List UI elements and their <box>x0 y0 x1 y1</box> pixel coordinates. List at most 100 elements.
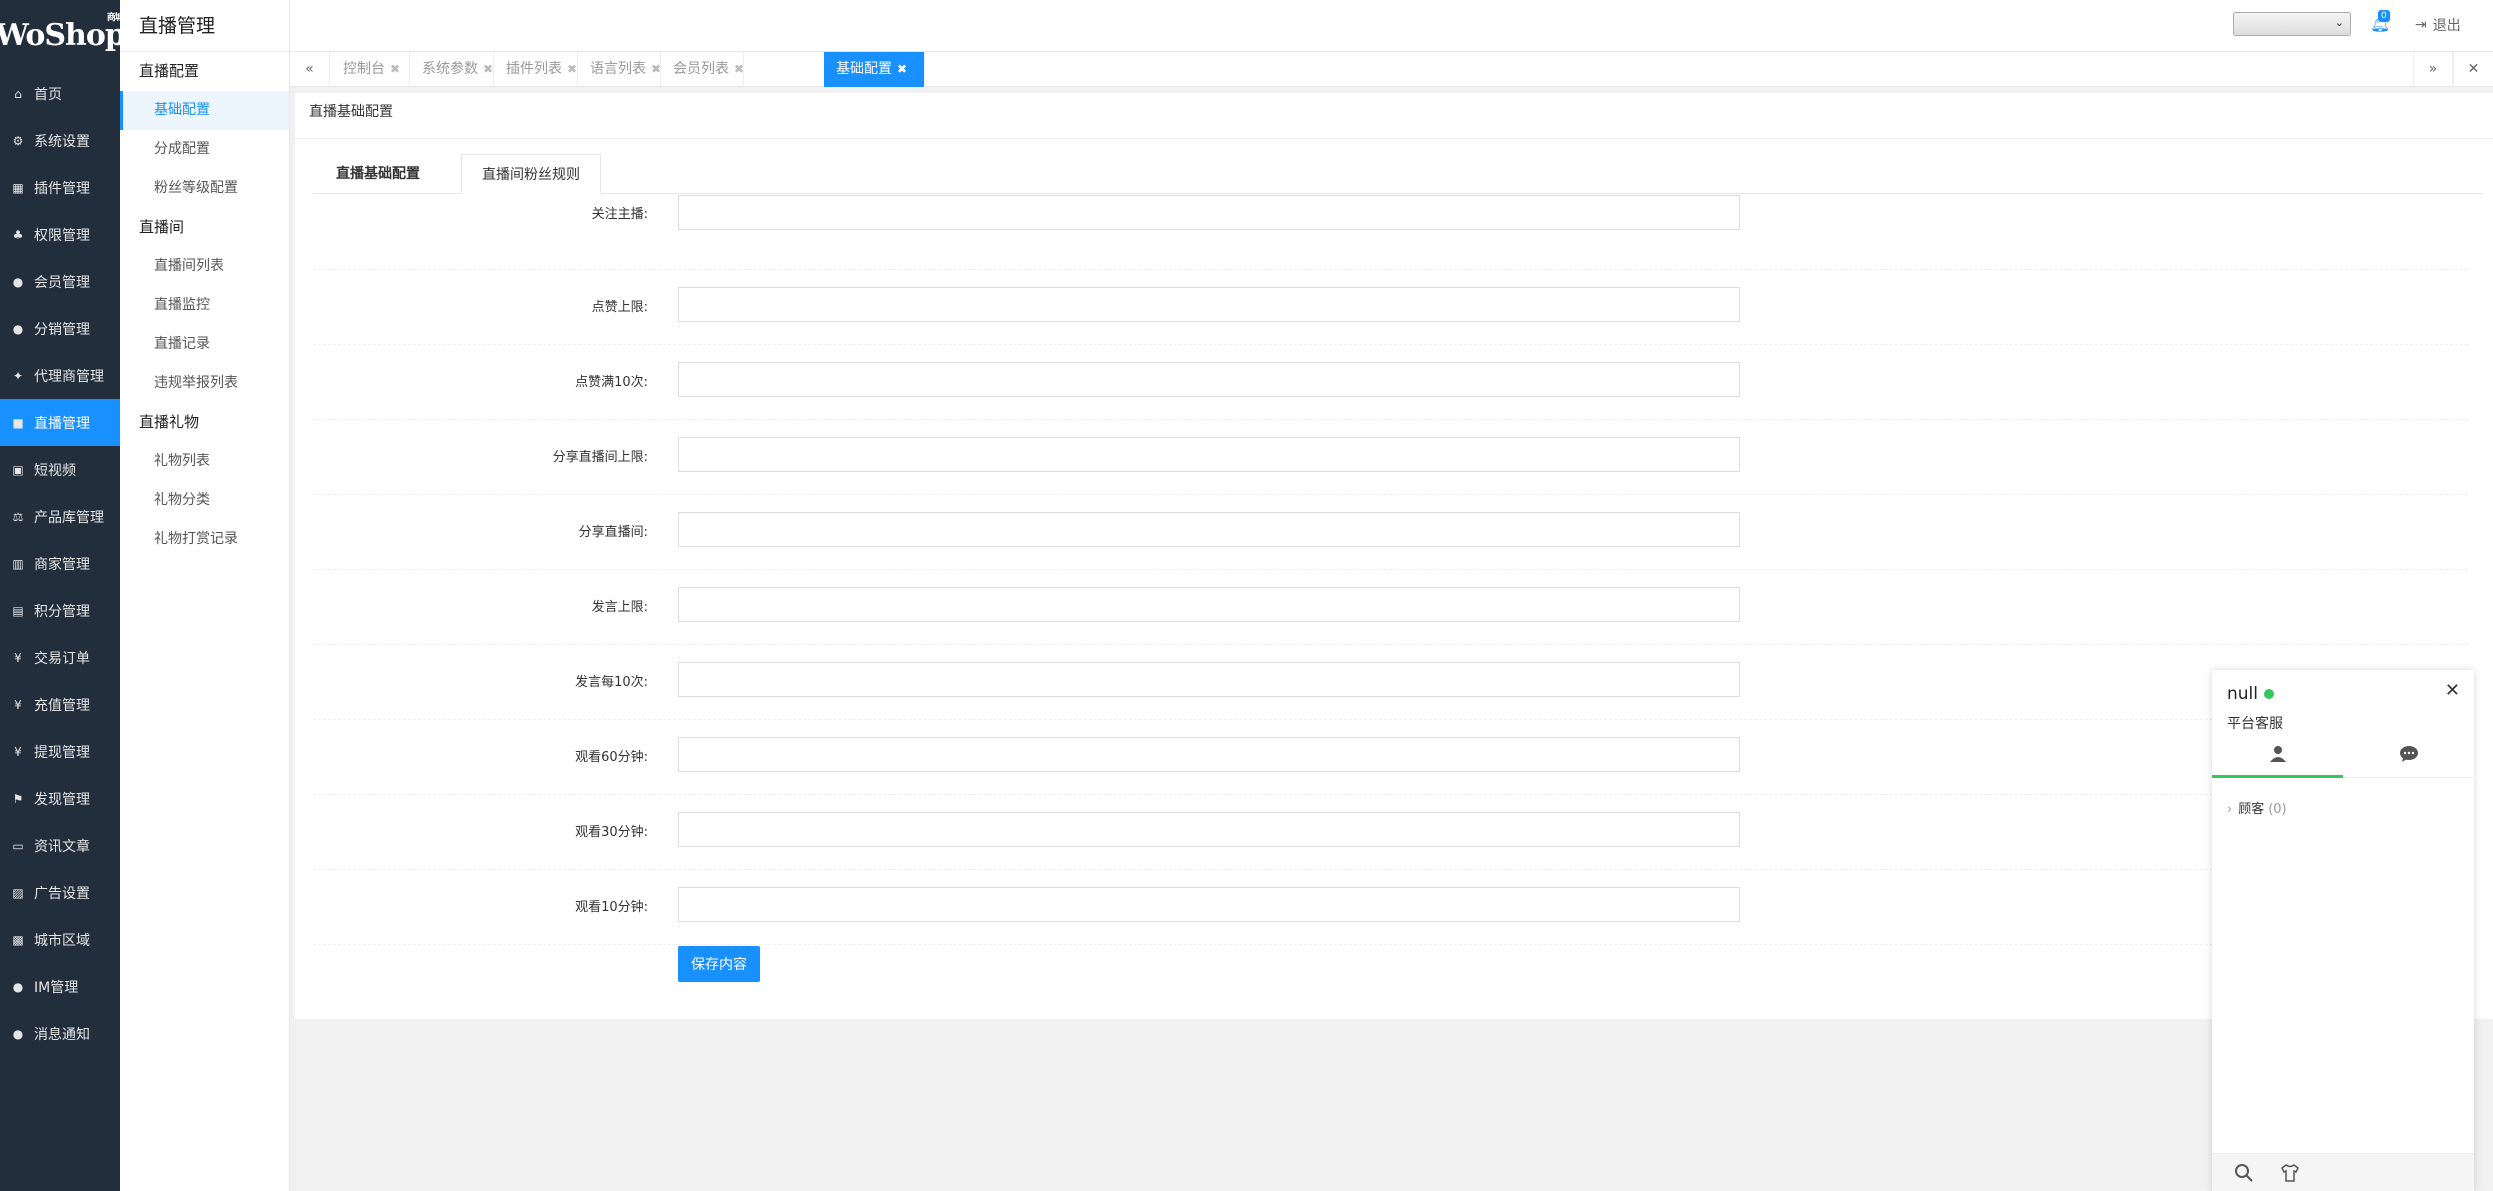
subnav-item-2-2[interactable]: 礼物打赏记录 <box>120 520 289 559</box>
chat-footer <box>2212 1153 2474 1191</box>
subnav-item-1-0[interactable]: 直播间列表 <box>120 247 289 286</box>
logo[interactable]: WoShop 商城 <box>0 0 126 70</box>
form-row: 点赞满10次: <box>313 345 2468 420</box>
close-icon[interactable]: ✖ <box>651 62 661 76</box>
nav-item-18[interactable]: ▩ 城市区域 <box>0 916 120 963</box>
field-input[interactable] <box>678 195 1740 230</box>
flag-icon: ⚑ <box>12 791 24 806</box>
nav-item-label: 短视频 <box>34 462 76 479</box>
field-label: 关注主播: <box>591 207 648 222</box>
nav-item-0[interactable]: ⌂ 首页 <box>0 70 120 117</box>
subtab-basic[interactable]: 直播基础配置 <box>313 154 443 194</box>
notification-bell[interactable]: 🔔︎ 0 <box>2370 10 2392 36</box>
nav-item-6[interactable]: ✦ 代理商管理 <box>0 352 120 399</box>
tab-label: 会员列表 <box>673 61 729 77</box>
tab-0[interactable]: 控制台 ✖ <box>331 52 410 87</box>
save-button[interactable]: 保存内容 <box>678 946 760 982</box>
nav-item-11[interactable]: ▤ 积分管理 <box>0 587 120 634</box>
breadcrumb: 直播基础配置 <box>295 93 2493 139</box>
nav-item-3[interactable]: ♣ 权限管理 <box>0 211 120 258</box>
nav-item-9[interactable]: ⚖ 产品库管理 <box>0 493 120 540</box>
nav-item-label: 资讯文章 <box>34 838 90 855</box>
tab-2[interactable]: 插件列表 ✖ <box>494 52 578 87</box>
nav-item-4[interactable]: ● 会员管理 <box>0 258 120 305</box>
nav-item-10[interactable]: ▥ 商家管理 <box>0 540 120 587</box>
field-input[interactable] <box>678 587 1740 622</box>
visitor-group[interactable]: › 顾客 (0) <box>2227 798 2287 817</box>
logout-button[interactable]: ⇥ 退出 <box>2415 15 2461 35</box>
field-label: 分享直播间: <box>578 525 648 540</box>
tab-contacts[interactable] <box>2212 740 2343 778</box>
tab-scroll-left-button[interactable]: « <box>290 52 330 87</box>
main-sidebar: WoShop 商城 ⌂ 首页 ⚙ 系统设置 ▦ 插件管理 ♣ 权限管理 ● 会员管理 ● 分销管理 ✦ 代理… <box>0 0 126 1191</box>
close-icon[interactable]: ✖ <box>567 62 577 76</box>
nav-item-7[interactable]: ■ 直播管理 <box>0 399 120 446</box>
sign-out-icon: ⇥ <box>2415 17 2427 33</box>
logout-label: 退出 <box>2432 18 2461 34</box>
close-all-tabs-button[interactable]: ✕ <box>2453 52 2493 87</box>
chat-close-button[interactable]: ✕ <box>2445 680 2460 701</box>
subnav-item-2-0[interactable]: 礼物列表 <box>120 442 289 481</box>
subnav-item-2-1[interactable]: 礼物分类 <box>120 481 289 520</box>
tab-label: 语言列表 <box>590 61 646 77</box>
close-icon[interactable]: ✖ <box>734 62 744 76</box>
chevron-right-icon: › <box>2227 802 2233 817</box>
close-icon[interactable]: ✖ <box>897 62 907 76</box>
subnav-item-1-2[interactable]: 直播记录 <box>120 325 289 364</box>
chat-bubble-icon <box>2399 746 2418 762</box>
nav-item-12[interactable]: ¥ 交易订单 <box>0 634 120 681</box>
subnav-item-1-3[interactable]: 违规举报列表 <box>120 364 289 403</box>
field-label: 点赞上限: <box>591 300 648 315</box>
form-row: 分享直播间: <box>313 495 2468 570</box>
field-input[interactable] <box>678 887 1740 922</box>
config-subtabs: 直播基础配置 直播间粉丝规则 <box>313 154 2483 194</box>
subnav-item-1-1[interactable]: 直播监控 <box>120 286 289 325</box>
tab-1[interactable]: 系统参数 ✖ <box>410 52 494 87</box>
tab-3[interactable]: 语言列表 ✖ <box>578 52 661 87</box>
shirt-icon[interactable] <box>2280 1163 2300 1187</box>
notification-badge: 0 <box>2378 10 2390 22</box>
close-icon[interactable]: ✖ <box>483 62 493 76</box>
tab-4[interactable]: 会员列表 ✖ <box>661 52 744 87</box>
bank-icon: ▥ <box>12 556 24 571</box>
nav-item-16[interactable]: ▭ 资讯文章 <box>0 822 120 869</box>
nav-item-2[interactable]: ▦ 插件管理 <box>0 164 120 211</box>
page-tab-bar: « 控制台 ✖ 系统参数 ✖ 插件列表 ✖ 语言列表 ✖ 会员列表 ✖ 基础配置 ✖ » ✕ <box>290 52 2493 87</box>
tab-messages[interactable] <box>2343 740 2474 778</box>
nav-item-15[interactable]: ⚑ 发现管理 <box>0 775 120 822</box>
subnav-item-0-2[interactable]: 粉丝等级配置 <box>120 169 289 208</box>
form-row: 观看10分钟: <box>313 870 2468 945</box>
subtab-fan-rules[interactable]: 直播间粉丝规则 <box>461 154 601 194</box>
close-icon: ✕ <box>2467 61 2480 77</box>
field-input[interactable] <box>678 512 1740 547</box>
nav-item-5[interactable]: ● 分销管理 <box>0 305 120 352</box>
close-icon[interactable]: ✖ <box>390 62 400 76</box>
tab-scroll-right-button[interactable]: » <box>2413 52 2453 87</box>
search-icon[interactable] <box>2234 1163 2254 1187</box>
nav-item-17[interactable]: ▨ 广告设置 <box>0 869 120 916</box>
subnav-item-0-1[interactable]: 分成配置 <box>120 130 289 169</box>
field-input[interactable] <box>678 662 1740 697</box>
nav-item-14[interactable]: ¥ 提现管理 <box>0 728 120 775</box>
nav-item-20[interactable]: ● 消息通知 <box>0 1010 120 1057</box>
nav-item-8[interactable]: ▣ 短视频 <box>0 446 120 493</box>
field-input[interactable] <box>678 362 1740 397</box>
nav-item-label: 分销管理 <box>34 321 90 338</box>
nav-item-19[interactable]: ● IM管理 <box>0 963 120 1010</box>
plugin-icon: ▦ <box>12 180 24 195</box>
field-input[interactable] <box>678 737 1740 772</box>
field-label: 观看60分钟: <box>575 750 648 765</box>
site-select[interactable]: ⌄ <box>2233 12 2351 36</box>
nav-item-label: 产品库管理 <box>34 509 104 526</box>
field-input[interactable] <box>678 812 1740 847</box>
nav-item-13[interactable]: ¥ 充值管理 <box>0 681 120 728</box>
field-input[interactable] <box>678 287 1740 322</box>
subnav-group-2: 直播礼物 <box>139 413 200 431</box>
chat-agent-name: null <box>2227 684 2274 704</box>
field-input[interactable] <box>678 437 1740 472</box>
nav-item-label: 首页 <box>34 86 62 103</box>
subnav-item-0-0[interactable]: 基础配置 <box>120 91 289 130</box>
nav-item-1[interactable]: ⚙ 系统设置 <box>0 117 120 164</box>
nav-item-label: 直播管理 <box>34 415 90 432</box>
tab-5[interactable]: 基础配置 ✖ <box>824 52 925 87</box>
